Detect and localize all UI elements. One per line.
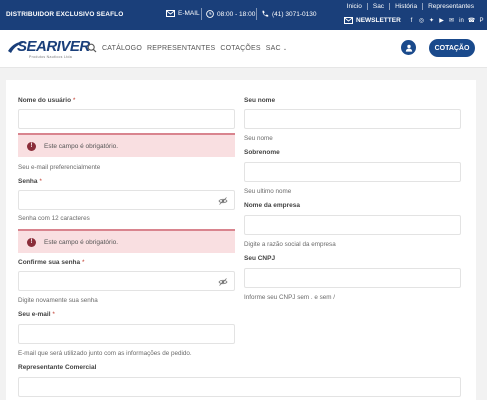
envelope-icon [166, 10, 175, 17]
eye-off-icon[interactable] [218, 196, 228, 206]
chevron-down-icon: ⌄ [282, 45, 288, 52]
username-input[interactable] [18, 109, 235, 129]
main-navbar: SEARIVER Produtos Nauticos Ltda CATÁLOGO… [0, 30, 487, 68]
divider [256, 8, 257, 20]
business-hours: 08:00 - 18:00 [206, 10, 255, 18]
required-mark: * [52, 311, 55, 318]
menu-item-sac[interactable]: SAC ⌄ [266, 45, 288, 52]
account-button[interactable] [401, 40, 416, 55]
email-link[interactable]: E-MAIL [166, 10, 200, 17]
cnpj-input[interactable] [244, 268, 461, 288]
menu-item-sac-label: SAC [265, 44, 281, 52]
phone-icon[interactable]: ☎ [468, 17, 475, 24]
error-text: Este campo é obrigatório. [44, 238, 119, 246]
top-link-inicio[interactable]: Inicio [342, 3, 367, 10]
instagram-icon[interactable]: ◎ [418, 17, 425, 24]
pinterest-icon[interactable]: P [478, 17, 485, 24]
surname-hint: Seu ultimo nome [244, 188, 292, 195]
phone-text: (41) 3071-0130 [272, 10, 317, 18]
hours-text: 08:00 - 18:00 [217, 10, 256, 18]
username-label-text: Nome do usuário [18, 97, 72, 104]
email-label-text: Seu e-mail [18, 311, 51, 318]
linkedin-icon[interactable]: in [458, 17, 465, 24]
email-label: E-MAIL [178, 10, 200, 17]
required-mark: * [81, 259, 85, 266]
divider [201, 8, 202, 20]
password-input[interactable] [18, 190, 235, 210]
password-error: ! Este campo é obrigatório. [18, 229, 235, 253]
newsletter-link[interactable]: NEWSLETTER [344, 17, 401, 24]
cnpj-hint: Informe seu CNPJ sem . e sem / [244, 294, 335, 301]
surname-label: Sobrenome [244, 149, 280, 156]
representative-label: Representante Comercial [18, 364, 97, 371]
top-bar: DISTRIBUIDOR EXCLUSIVO SEAFLO E-MAIL 08:… [0, 0, 487, 30]
menu-item-representantes[interactable]: REPRESENTANTES [147, 45, 215, 52]
menu-item-cotacoes[interactable]: COTAÇÕES [220, 45, 260, 52]
logo[interactable]: SEARIVER Produtos Nauticos Ltda [7, 37, 90, 61]
top-link-historia[interactable]: História [389, 3, 422, 10]
required-mark: * [39, 178, 42, 185]
facebook-icon[interactable]: f [408, 17, 415, 24]
clock-icon [206, 10, 214, 18]
username-hint: Seu e-mail preferencialmente [18, 164, 101, 171]
email-hint: E-mail que será utilizado junto com as i… [18, 350, 192, 357]
error-text: Este campo é obrigatório. [44, 142, 119, 150]
user-icon [405, 44, 412, 52]
distributor-text: DISTRIBUIDOR EXCLUSIVO SEAFLO [6, 11, 124, 18]
phone-icon [262, 10, 269, 17]
confirm-password-label-text: Confirme sua senha [18, 259, 81, 266]
confirm-password-input[interactable] [18, 271, 235, 291]
top-links: Inicio Sac História Representantes [342, 3, 479, 10]
exclamation-icon: ! [27, 141, 36, 151]
password-label: Senha * [18, 178, 42, 185]
company-hint: Digite a razão social da empresa [244, 241, 336, 248]
cotacao-button[interactable]: COTAÇÃO [429, 39, 475, 57]
top-link-sac[interactable]: Sac [366, 3, 389, 10]
newsletter-label: NEWSLETTER [356, 17, 401, 24]
menu-item-catalogo[interactable]: CATÁLOGO [102, 45, 142, 52]
company-label: Nome da empresa [244, 202, 300, 209]
phone-link[interactable]: (41) 3071-0130 [261, 10, 316, 18]
eye-off-icon[interactable] [218, 277, 228, 287]
surname-input[interactable] [244, 162, 461, 182]
email-input[interactable] [18, 324, 235, 344]
main-menu: CATÁLOGO REPRESENTANTES COTAÇÕES SAC ⌄ [87, 43, 287, 53]
exclamation-icon: ! [27, 237, 36, 247]
confirm-password-label: Confirme sua senha * [18, 259, 84, 266]
password-hint: Senha com 12 caracteres [18, 215, 90, 222]
youtube-icon[interactable]: ▶ [438, 17, 445, 24]
twitter-icon[interactable]: ✦ [428, 17, 435, 24]
first-name-label: Seu nome [244, 97, 276, 104]
representative-select[interactable] [18, 377, 461, 397]
first-name-hint: Seu nome [244, 135, 273, 142]
password-label-text: Senha [18, 178, 38, 185]
required-mark: * [72, 97, 76, 104]
top-link-representantes[interactable]: Representantes [422, 3, 479, 10]
username-label: Nome do usuário * [18, 97, 75, 104]
first-name-input[interactable] [244, 109, 461, 129]
email-label: Seu e-mail * [18, 311, 55, 318]
search-icon[interactable] [87, 43, 97, 53]
company-input[interactable] [244, 215, 461, 235]
cnpj-label: Seu CNPJ [244, 255, 276, 262]
registration-form: Nome do usuário * ! Este campo é obrigat… [6, 80, 476, 400]
email-icon[interactable]: ✉ [448, 17, 455, 24]
social-icons: f ◎ ✦ ▶ ✉ in ☎ P ◉ [408, 17, 487, 25]
confirm-password-hint: Digite novamente sua senha [18, 297, 98, 304]
logo-text: SEARIVER [17, 38, 90, 55]
newsletter-envelope-icon [344, 17, 353, 24]
username-error: ! Este campo é obrigatório. [18, 133, 235, 157]
logo-tagline: Produtos Nauticos Ltda [29, 55, 72, 59]
